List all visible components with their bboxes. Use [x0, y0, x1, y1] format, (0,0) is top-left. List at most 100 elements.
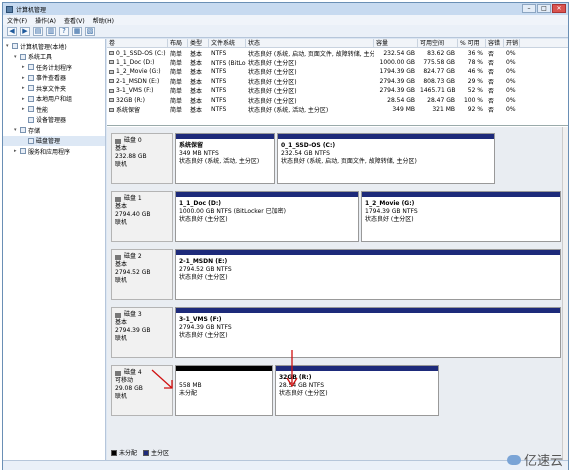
disk-graphical-view: 未分配 主分区 磁盘 0 基本 232.88 GB 联机 系统保留 349 MB NTFS…: [107, 127, 568, 460]
table-cell: 0%: [506, 49, 516, 57]
table-cell: 基本: [190, 50, 203, 58]
minimize-button[interactable]: –: [522, 4, 536, 13]
disk-type: 基本: [115, 319, 128, 326]
tree-node[interactable]: ▸ 性能: [3, 104, 105, 115]
partition-size: 232.54 GB NTFS: [281, 150, 330, 157]
partition-size: 2794.52 GB NTFS: [179, 266, 232, 273]
volume-icon: [109, 60, 114, 65]
tree-node[interactable]: ▸ 事件查看器: [3, 73, 105, 84]
tree-node[interactable]: 设备管理器: [3, 115, 105, 126]
column-header[interactable]: 卷: [107, 39, 168, 48]
tree-node[interactable]: ▾ 系统工具: [3, 52, 105, 63]
table-row[interactable]: 系统保留 简单 基本 NTFS 状态良好 (系统, 活动, 主分区) 349 MB 321 …: [107, 105, 568, 114]
disk-name: 磁盘 4: [124, 369, 142, 376]
show-hide-tree-icon[interactable]: ▥: [46, 26, 56, 36]
table-cell: 状态良好 (主分区): [248, 97, 297, 105]
menu-action[interactable]: 操作(A): [35, 16, 56, 25]
disk-icon: [115, 370, 121, 376]
table-cell: NTFS: [211, 68, 227, 76]
table-cell: 状态良好 (主分区): [248, 59, 297, 67]
disk-label[interactable]: 磁盘 3 基本 2794.39 GB 联机: [111, 307, 173, 358]
table-cell: 基本: [190, 106, 203, 114]
partition-block[interactable]: 2-1_MSDN (E:) 2794.52 GB NTFS 状态良好 (主分区): [175, 249, 561, 300]
disk-label[interactable]: 磁盘 0 基本 232.88 GB 联机: [111, 133, 173, 184]
tree-node-label: 任务计划程序: [36, 64, 73, 72]
disk-name: 磁盘 2: [124, 253, 142, 260]
column-header[interactable]: 状态: [246, 39, 374, 48]
up-folder-icon[interactable]: ▤: [33, 26, 43, 36]
partition-name: 系统保留: [179, 142, 204, 149]
partition-block[interactable]: 558 MB 未分配: [175, 365, 273, 416]
partition-status: 状态良好 (系统, 活动, 主分区): [179, 158, 260, 165]
tree-node[interactable]: ▸ 共享文件夹: [3, 83, 105, 94]
column-header[interactable]: 开销: [504, 39, 520, 48]
column-header[interactable]: 文件系统: [209, 39, 246, 48]
volume-name: 2-1_MSDN (E:): [116, 77, 160, 85]
table-row[interactable]: 32GB (R:) 简单 基本 NTFS 状态良好 (主分区) 28.54 GB 28.47…: [107, 95, 568, 105]
tree-node-icon: [28, 85, 34, 92]
volume-icon: [109, 98, 114, 103]
column-header[interactable]: 布局: [168, 39, 188, 48]
help-icon[interactable]: ?: [59, 26, 69, 36]
table-cell: 状态良好 (主分区): [248, 69, 297, 77]
tree-node[interactable]: ▸ 任务计划程序: [3, 62, 105, 73]
tree-node-label: 计算机管理(本地): [20, 43, 67, 51]
partition-block[interactable]: 0_1_SSD-OS (C:) 232.54 GB NTFS 状态良好 (系统, 启…: [277, 133, 495, 184]
forward-icon[interactable]: ▶: [20, 26, 30, 36]
column-header[interactable]: 类型: [188, 39, 209, 48]
table-cell: 52 %: [467, 87, 483, 95]
tree-node-label: 性能: [36, 106, 49, 114]
partition-status: 状态良好 (系统, 启动, 页面文件, 故障转储, 主分区): [281, 158, 417, 165]
partition-block[interactable]: 3-1_VMS (F:) 2794.39 GB NTFS 状态良好 (主分区): [175, 307, 561, 358]
disk-row: 磁盘 0 基本 232.88 GB 联机 系统保留 349 MB NTFS 状态良好 (系统…: [111, 133, 561, 184]
partition-block[interactable]: 1_2_Movie (G:) 1794.39 GB NTFS 状态良好 (主分区): [361, 191, 561, 242]
disk-list-icon[interactable]: ▧: [85, 26, 95, 36]
partition-status: 状态良好 (主分区): [279, 390, 328, 397]
partition-block[interactable]: 1_1_Doc (D:) 1000.00 GB NTFS (BitLocker 已…: [175, 191, 359, 242]
table-row[interactable]: 1_1_Doc (D:) 简单基本 NTFS (BitLocker 已加密)状态良好…: [107, 58, 568, 67]
table-row[interactable]: 0_1_SSD-OS (C:) 简单 基本 NTFS 状态良好 (系统, 启动, 页面文…: [107, 48, 568, 58]
disk-label[interactable]: 磁盘 1 基本 2794.40 GB 联机: [111, 191, 173, 242]
properties-icon[interactable]: ▦: [72, 26, 82, 36]
tree-node[interactable]: ▾ 计算机管理(本地): [3, 41, 105, 52]
volume-name: 32GB (R:): [116, 96, 145, 104]
table-cell: 否: [488, 88, 495, 96]
table-cell: NTFS: [211, 49, 227, 57]
tree-node-label: 共享文件夹: [36, 85, 67, 93]
maximize-button[interactable]: □: [537, 4, 551, 13]
volume-name: 3-1_VMS (F:): [116, 87, 154, 95]
menu-view[interactable]: 查看(V): [64, 16, 85, 25]
volume-name: 1_1_Doc (D:): [116, 58, 155, 66]
tree-node[interactable]: 磁盘管理: [3, 135, 105, 146]
table-row[interactable]: 3-1_VMS (F:) 简单 基本 NTFS 状态良好 (主分区) 2794.39 GB…: [107, 86, 568, 95]
column-header[interactable]: 容量: [374, 39, 418, 48]
app-icon: [6, 5, 13, 13]
menu-help[interactable]: 帮助(H): [93, 16, 114, 25]
column-header[interactable]: 容错: [486, 39, 504, 48]
back-icon[interactable]: ◀: [7, 26, 17, 36]
table-cell: 1000.00 GB: [379, 58, 415, 66]
volume-icon: [109, 51, 114, 56]
tree-node[interactable]: ▾ 存储: [3, 125, 105, 136]
close-button[interactable]: ✕: [552, 4, 566, 13]
tree-node[interactable]: ▸ 本地用户和组: [3, 94, 105, 105]
table-cell: 基本: [190, 97, 203, 105]
table-cell: 简单: [170, 50, 183, 58]
menu-file[interactable]: 文件(F): [7, 16, 27, 25]
tree-node-icon: [28, 74, 34, 81]
table-row[interactable]: 1_2_Movie (G:) 简单 基本 NTFS 状态良好 (主分区) 1794.39 …: [107, 67, 568, 76]
volume-icon: [109, 79, 114, 84]
table-row[interactable]: 2-1_MSDN (E:) 简单 基本 NTFS 状态良好 (主分区) 2794.39 G…: [107, 77, 568, 86]
volume-icon: [109, 88, 114, 93]
tree-node[interactable]: ▸ 服务和应用程序: [3, 146, 105, 157]
column-header[interactable]: 可用空间: [418, 39, 458, 48]
partition-block[interactable]: 系统保留 349 MB NTFS 状态良好 (系统, 活动, 主分区): [175, 133, 275, 184]
disk-type: 基本: [115, 145, 128, 152]
disk-row: 磁盘 1 基本 2794.40 GB 联机 1_1_Doc (D:) 1000.00 GB…: [111, 191, 561, 242]
disk-label[interactable]: 磁盘 2 基本 2794.52 GB 联机: [111, 249, 173, 300]
table-cell: 0%: [506, 58, 516, 66]
legend-swatch-primary: [143, 449, 150, 456]
column-header[interactable]: % 可用: [458, 39, 486, 48]
table-cell: 83.62 GB: [427, 49, 455, 57]
vertical-scrollbar[interactable]: [562, 127, 568, 460]
